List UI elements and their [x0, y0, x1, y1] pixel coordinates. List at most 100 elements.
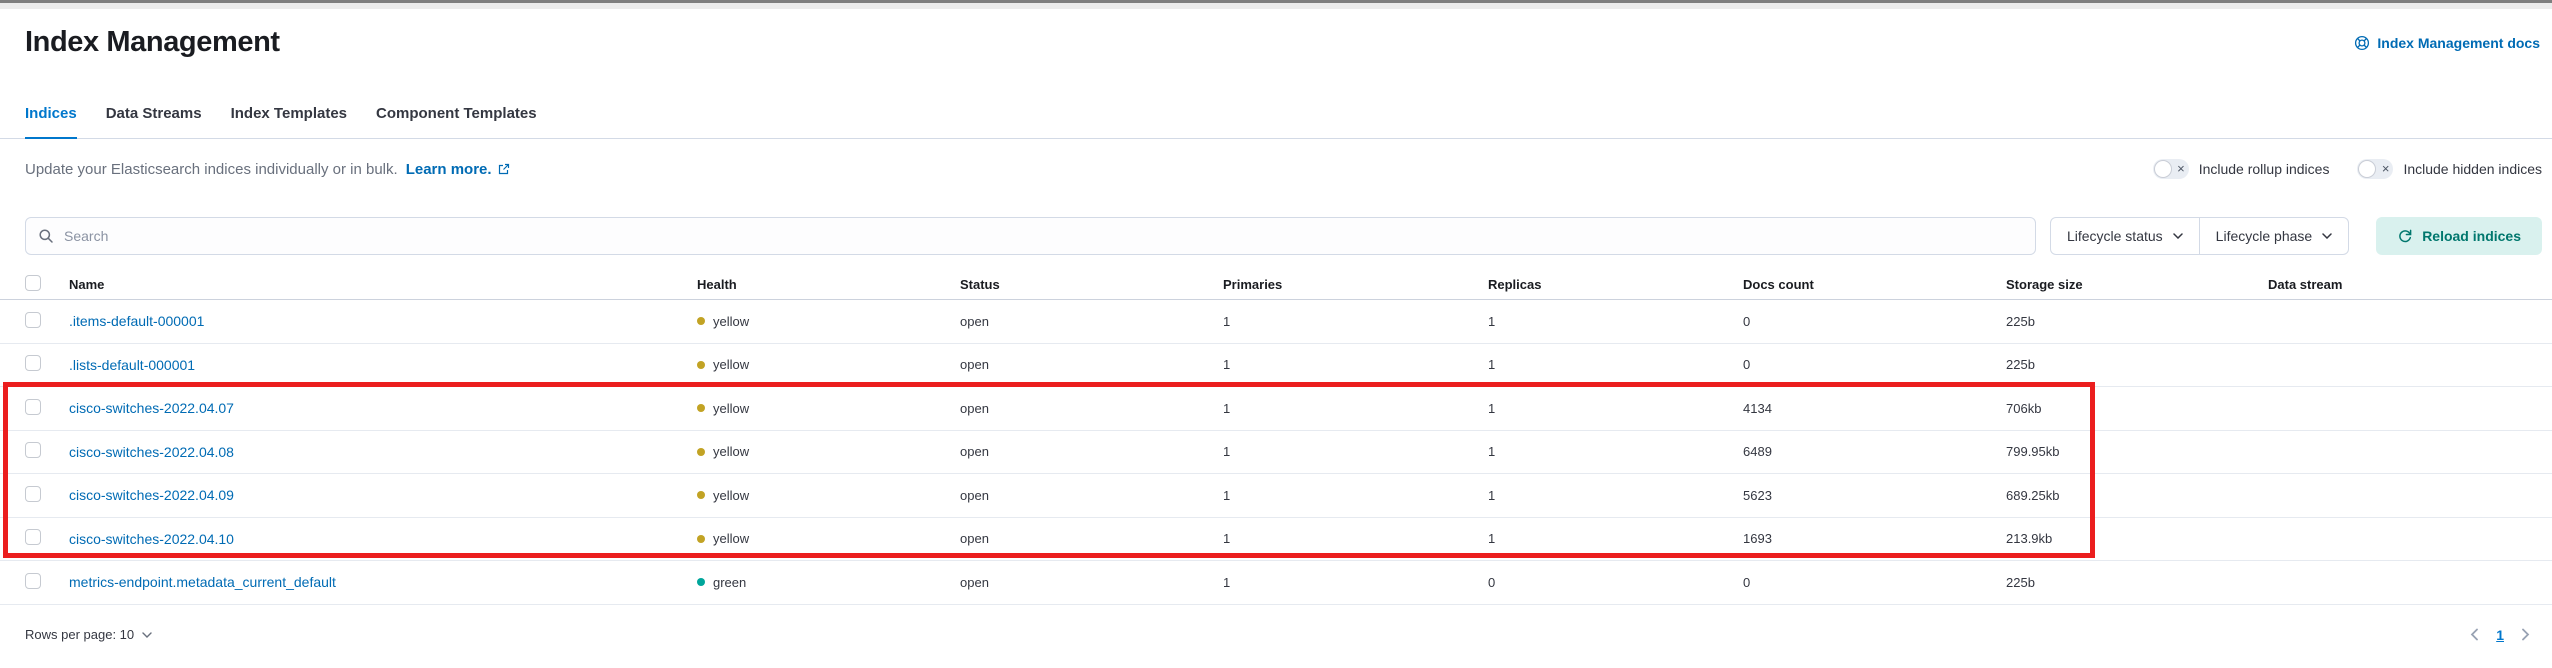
- indices-table: Name Health Status Primaries Replicas Docs co…: [0, 270, 2552, 605]
- chevron-down-icon: [2172, 233, 2183, 239]
- primaries-cell: 1: [1223, 357, 1231, 373]
- index-name-link[interactable]: cisco-switches-2022.04.10: [69, 531, 234, 547]
- replicas-cell: 1: [1488, 400, 1496, 416]
- name-cell: cisco-switches-2022.04.09: [69, 487, 697, 503]
- toggle-switch[interactable]: ×: [2152, 159, 2189, 179]
- external-link-icon: [498, 163, 509, 175]
- replicas-cell: 1: [1488, 487, 1496, 503]
- page-number-1[interactable]: 1: [2496, 627, 2504, 643]
- column-header-status: Status: [960, 277, 1000, 292]
- name-cell: .items-default-000001: [69, 313, 697, 329]
- health-cell: yellow: [697, 314, 960, 329]
- docs-count-cell: 0: [1743, 574, 1751, 590]
- filter-label: Lifecycle phase: [2215, 228, 2313, 244]
- index-name-link[interactable]: cisco-switches-2022.04.07: [69, 400, 234, 416]
- row-checkbox[interactable]: [25, 442, 41, 459]
- learn-more-link[interactable]: Learn more.: [406, 161, 492, 178]
- storage-size-cell: 213.9kb: [2006, 531, 2053, 547]
- tab-indices[interactable]: Indices: [25, 105, 77, 139]
- replicas-cell: 0: [1488, 574, 1496, 590]
- toggle-off-x-icon: ×: [2177, 161, 2185, 176]
- row-checkbox[interactable]: [25, 572, 41, 589]
- health-dot-green-icon: [697, 578, 705, 587]
- row-checkbox-cell: [25, 398, 69, 418]
- next-page-button[interactable]: [2521, 628, 2530, 641]
- health-cell: yellow: [697, 444, 960, 459]
- status-cell: open: [960, 357, 989, 373]
- health-dot-yellow-icon: [697, 317, 705, 326]
- index-name-link[interactable]: cisco-switches-2022.04.08: [69, 444, 234, 460]
- tab-data-streams[interactable]: Data Streams: [106, 105, 202, 138]
- column-header-health: Health: [697, 277, 737, 292]
- row-checkbox[interactable]: [25, 398, 41, 415]
- tab-index-templates[interactable]: Index Templates: [231, 105, 347, 138]
- primaries-cell: 1: [1223, 400, 1231, 416]
- health-label: yellow: [713, 357, 750, 373]
- row-checkbox-cell: [25, 485, 69, 505]
- page-description: Update your Elasticsearch indices indivi…: [25, 161, 510, 178]
- table-row: cisco-switches-2022.04.09 yellow open 1 1 562…: [0, 474, 2552, 518]
- previous-page-button[interactable]: [2470, 628, 2479, 641]
- index-name-link[interactable]: cisco-switches-2022.04.09: [69, 487, 234, 503]
- index-name-link[interactable]: .lists-default-000001: [69, 357, 195, 373]
- replicas-cell: 1: [1488, 531, 1496, 547]
- primaries-cell: 1: [1223, 313, 1231, 329]
- toggle-switch[interactable]: ×: [2357, 159, 2394, 179]
- status-cell: open: [960, 400, 989, 416]
- toolbar: Lifecycle status Lifecycle phase Reload i…: [25, 217, 2542, 255]
- row-checkbox[interactable]: [25, 311, 41, 328]
- search-input[interactable]: [64, 228, 2023, 244]
- row-checkbox-cell: [25, 442, 69, 461]
- primaries-cell: 1: [1223, 444, 1231, 460]
- health-cell: green: [697, 575, 960, 590]
- table-row: metrics-endpoint.metadata_current_defaul…: [0, 561, 2552, 605]
- toggle-include-rollup-indices: × Include rollup indices: [2152, 159, 2329, 179]
- index-name-link[interactable]: .items-default-000001: [69, 313, 204, 329]
- row-checkbox[interactable]: [25, 355, 41, 372]
- row-checkbox[interactable]: [25, 485, 41, 502]
- select-all-cell: [25, 275, 69, 294]
- health-label: yellow: [713, 400, 750, 416]
- row-checkbox[interactable]: [25, 529, 41, 546]
- health-label: yellow: [713, 487, 750, 503]
- health-label: green: [713, 574, 747, 590]
- subbar: Update your Elasticsearch indices indivi…: [0, 159, 2552, 179]
- row-checkbox-cell: [25, 529, 69, 548]
- health-dot-yellow-icon: [697, 534, 705, 543]
- replicas-cell: 1: [1488, 313, 1496, 329]
- primaries-cell: 1: [1223, 531, 1231, 547]
- health-label: yellow: [713, 531, 750, 547]
- help-icon: [2355, 35, 2370, 51]
- chevron-down-icon: [142, 631, 152, 638]
- refresh-icon: [2399, 229, 2412, 243]
- row-checkbox-cell: [25, 355, 69, 374]
- docs-count-cell: 1693: [1743, 531, 1772, 547]
- name-cell: cisco-switches-2022.04.07: [69, 400, 697, 416]
- column-header-docs-count: Docs count: [1743, 277, 1814, 292]
- filter-label: Lifecycle status: [2066, 228, 2163, 244]
- tab-component-templates[interactable]: Component Templates: [376, 105, 537, 138]
- storage-size-cell: 689.25kb: [2006, 487, 2060, 503]
- health-cell: yellow: [697, 488, 960, 503]
- index-name-link[interactable]: metrics-endpoint.metadata_current_defaul…: [69, 574, 336, 590]
- docs-count-cell: 6489: [1743, 444, 1772, 460]
- reload-indices-button[interactable]: Reload indices: [2376, 217, 2542, 255]
- row-checkbox-cell: [25, 311, 69, 331]
- health-dot-yellow-icon: [697, 491, 705, 500]
- column-header-primaries: Primaries: [1223, 277, 1283, 292]
- page-header: Index Management Index Management docs: [0, 9, 2552, 59]
- table-row: cisco-switches-2022.04.07 yellow open 1 1 413…: [0, 387, 2552, 431]
- filter-lifecycle-status[interactable]: Lifecycle status: [2051, 218, 2199, 254]
- select-all-checkbox[interactable]: [25, 275, 41, 291]
- primaries-cell: 1: [1223, 487, 1231, 503]
- rows-per-page-control[interactable]: Rows per page: 10: [25, 627, 152, 642]
- reload-indices-label: Reload indices: [2422, 228, 2521, 244]
- toggle-knob: [2358, 160, 2377, 178]
- page-title: Index Management: [25, 26, 280, 58]
- docs-link[interactable]: Index Management docs: [2354, 35, 2540, 51]
- name-cell: .lists-default-000001: [69, 357, 697, 373]
- filter-lifecycle-phase[interactable]: Lifecycle phase: [2198, 218, 2349, 254]
- row-checkbox-cell: [25, 572, 69, 592]
- status-cell: open: [960, 444, 989, 460]
- health-cell: yellow: [697, 357, 960, 372]
